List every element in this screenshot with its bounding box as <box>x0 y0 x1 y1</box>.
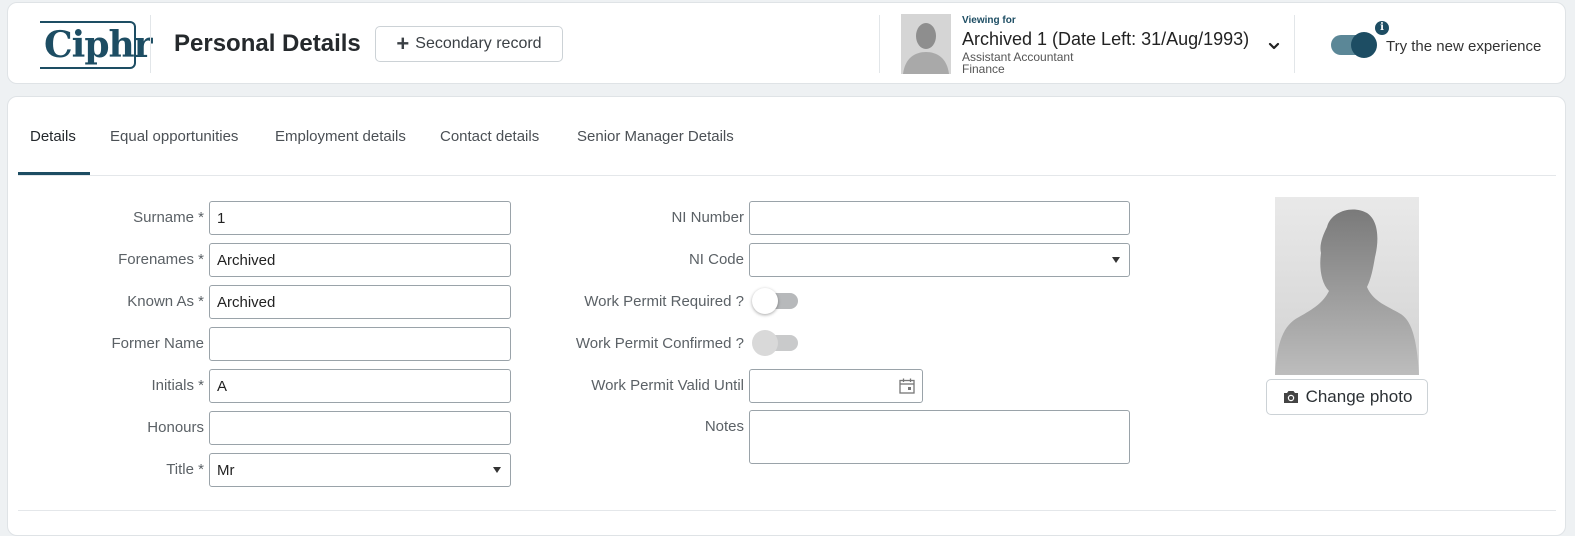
toggle-knob <box>752 330 778 356</box>
honours-input[interactable] <box>209 411 511 445</box>
initials-input[interactable]: A <box>209 369 511 403</box>
surname-input[interactable]: 1 <box>209 201 511 235</box>
change-photo-button[interactable]: Change photo <box>1266 379 1428 415</box>
tab-equal-opportunities[interactable]: Equal opportunities <box>110 128 238 145</box>
known-as-label: Known As * <box>127 293 204 310</box>
toggle-knob <box>752 288 778 314</box>
try-new-experience-toggle[interactable] <box>1331 32 1377 58</box>
tab-senior-manager-details[interactable]: Senior Manager Details <box>577 128 734 145</box>
page-title: Personal Details <box>174 30 361 57</box>
title-select-value: Mr <box>217 462 235 479</box>
try-new-experience-label: Try the new experience <box>1386 38 1542 55</box>
ni-code-select[interactable] <box>749 243 1130 277</box>
camera-icon <box>1283 391 1298 403</box>
tab-bar: Details Equal opportunities Employment d… <box>18 97 1556 176</box>
forenames-input[interactable]: Archived <box>209 243 511 277</box>
ni-number-input[interactable] <box>749 201 1130 235</box>
title-label: Title * <box>166 461 204 478</box>
header-divider <box>150 15 151 73</box>
secondary-record-label: Secondary record <box>415 35 542 52</box>
work-permit-required-label: Work Permit Required ? <box>584 293 744 310</box>
forenames-label: Forenames * <box>118 251 204 268</box>
ni-code-label: NI Code <box>688 251 744 268</box>
work-permit-required-toggle[interactable] <box>752 288 798 314</box>
notes-label: Notes <box>704 418 744 435</box>
secondary-record-button[interactable]: + Secondary record <box>375 26 563 62</box>
former-name-label: Former Name <box>111 335 204 352</box>
active-tab-indicator <box>18 172 90 175</box>
dropdown-arrow-icon <box>1112 257 1120 263</box>
work-permit-confirmed-label: Work Permit Confirmed ? <box>575 335 744 352</box>
employee-avatar <box>901 14 951 74</box>
tab-details[interactable]: Details <box>30 128 76 145</box>
former-name-input[interactable] <box>209 327 511 361</box>
top-header: Ciphr Personal Details + Secondary recor… <box>7 2 1566 84</box>
header-divider <box>1294 15 1295 73</box>
title-select[interactable]: Mr <box>209 453 511 487</box>
tab-contact-details[interactable]: Contact details <box>440 128 539 145</box>
tab-employment-details[interactable]: Employment details <box>275 128 406 145</box>
viewing-for-label: Viewing for <box>962 15 1016 26</box>
ciphr-logo[interactable]: Ciphr <box>44 23 153 67</box>
chevron-down-icon[interactable] <box>1267 39 1281 53</box>
ni-number-label: NI Number <box>671 209 744 226</box>
person-silhouette-icon <box>1275 197 1419 375</box>
change-photo-label: Change photo <box>1305 387 1413 406</box>
initials-label: Initials * <box>151 377 204 394</box>
work-permit-valid-until-input[interactable] <box>749 369 923 403</box>
viewing-employee-department: Finance <box>962 62 1005 76</box>
plus-icon: + <box>396 31 410 56</box>
honours-label: Honours <box>147 419 204 436</box>
notes-textarea[interactable] <box>749 410 1130 464</box>
work-permit-valid-until-label: Work Permit Valid Until <box>591 377 744 394</box>
person-silhouette-icon <box>901 14 951 74</box>
viewing-employee-name[interactable]: Archived 1 (Date Left: 31/Aug/1993) <box>962 29 1249 50</box>
toggle-knob <box>1351 32 1377 58</box>
header-divider <box>879 15 880 73</box>
details-card: Details Equal opportunities Employment d… <box>7 96 1566 536</box>
dropdown-arrow-icon <box>493 467 501 473</box>
surname-label: Surname * <box>133 209 204 226</box>
employee-photo <box>1275 197 1419 375</box>
info-icon[interactable]: i <box>1375 21 1389 35</box>
work-permit-confirmed-toggle[interactable] <box>752 330 798 356</box>
known-as-input[interactable]: Archived <box>209 285 511 319</box>
section-divider <box>18 510 1556 511</box>
calendar-icon[interactable] <box>898 377 916 395</box>
